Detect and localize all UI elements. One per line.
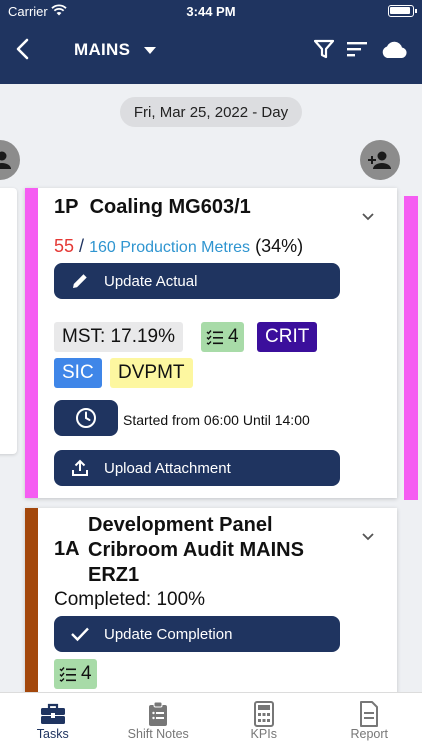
tab-tasks[interactable]: Tasks <box>0 693 106 750</box>
priority-stripe <box>25 508 38 692</box>
check-icon <box>71 627 89 642</box>
filter-icon[interactable] <box>314 38 334 60</box>
priority-stripe <box>25 188 38 498</box>
task-count: 4 <box>81 663 92 684</box>
assign-user-button[interactable] <box>360 140 400 180</box>
tab-kpis[interactable]: KPIs <box>211 693 317 750</box>
task-title: Development Panel Cribroom Audit MAINS E… <box>88 513 304 588</box>
completion-text: Completed: 100% <box>54 589 206 610</box>
clipboard-icon <box>149 701 168 726</box>
assign-user-button-left[interactable] <box>0 140 20 180</box>
next-column-card[interactable] <box>404 196 418 500</box>
tab-label: Report <box>350 727 389 741</box>
document-icon <box>360 701 379 727</box>
tab-label: Tasks <box>36 727 69 741</box>
task-count-badge: 4 <box>54 659 97 689</box>
page-title[interactable]: MAINS <box>74 40 130 60</box>
task-card[interactable]: 1P Coaling MG603/1 55 / 160 Production M… <box>25 188 397 498</box>
task-card[interactable]: 1A Development Panel Cribroom Audit MAIN… <box>25 508 397 692</box>
calculator-icon <box>253 701 274 727</box>
status-bar: Carrier 3:44 PM <box>0 0 422 24</box>
chevron-down-icon[interactable] <box>361 210 375 224</box>
update-completion-button[interactable]: Update Completion <box>54 616 340 652</box>
sort-icon[interactable] <box>346 40 368 58</box>
upload-icon <box>72 459 88 476</box>
tab-report[interactable]: Report <box>317 693 422 750</box>
update-actual-button[interactable]: Update Actual <box>54 263 340 299</box>
crit-badge: CRIT <box>257 322 318 352</box>
add-user-icon <box>368 151 391 169</box>
task-title-line: ERZ1 <box>88 564 140 586</box>
pencil-icon <box>73 274 87 288</box>
button-label: Update Actual <box>104 272 198 290</box>
button-label: Update Completion <box>104 625 233 643</box>
toolbox-icon <box>40 703 65 724</box>
sic-badge: SIC <box>54 358 102 388</box>
back-icon[interactable] <box>12 38 34 60</box>
chevron-down-icon[interactable] <box>361 530 375 544</box>
task-title-row: 1P Coaling MG603/1 <box>54 196 251 219</box>
add-user-icon <box>0 151 11 169</box>
tab-bar: Tasks Shift Notes KPIs Report <box>0 692 422 750</box>
tab-label: KPIs <box>250 727 277 741</box>
task-title: Coaling MG603/1 <box>89 196 251 218</box>
task-title-line: Cribroom Audit MAINS <box>88 539 304 561</box>
task-count-badge: 4 <box>201 322 244 352</box>
progress-percent: (34%) <box>255 236 304 256</box>
previous-column-card[interactable] <box>0 188 17 454</box>
cloud-icon[interactable] <box>380 39 408 59</box>
shift-time-button[interactable] <box>54 400 118 436</box>
upload-attachment-button[interactable]: Upload Attachment <box>54 450 340 486</box>
chevron-down-icon[interactable] <box>144 47 156 54</box>
shift-time-text: Started from 06:00 Until 14:00 <box>123 412 310 428</box>
tab-shift-notes[interactable]: Shift Notes <box>106 693 212 750</box>
clock-time: 3:44 PM <box>186 4 236 19</box>
task-board[interactable]: Fri, Mar 25, 2022 - Day 1P Coaling MG603… <box>0 84 422 692</box>
task-code: 1P <box>54 196 79 218</box>
checklist-icon <box>59 667 76 682</box>
checklist-icon <box>206 330 223 345</box>
task-code: 1A <box>54 538 80 560</box>
dvpmt-badge: DVPMT <box>110 358 193 388</box>
mst-badge: MST: 17.19% <box>54 322 183 352</box>
task-count: 4 <box>228 326 239 347</box>
battery-icon <box>388 5 417 17</box>
app-header: Carrier 3:44 PM MAINS <box>0 0 422 84</box>
tab-label: Shift Notes <box>127 727 189 741</box>
task-title-line: Development Panel <box>88 514 273 536</box>
date-selector[interactable]: Fri, Mar 25, 2022 - Day <box>120 97 302 127</box>
progress-separator: / <box>79 236 85 256</box>
actual-value: 55 <box>54 236 75 256</box>
planned-value: 160 Production Metres <box>89 239 251 256</box>
button-label: Upload Attachment <box>104 459 231 477</box>
progress-line: 55 / 160 Production Metres (34%) <box>54 236 303 257</box>
clock-icon <box>76 408 96 428</box>
